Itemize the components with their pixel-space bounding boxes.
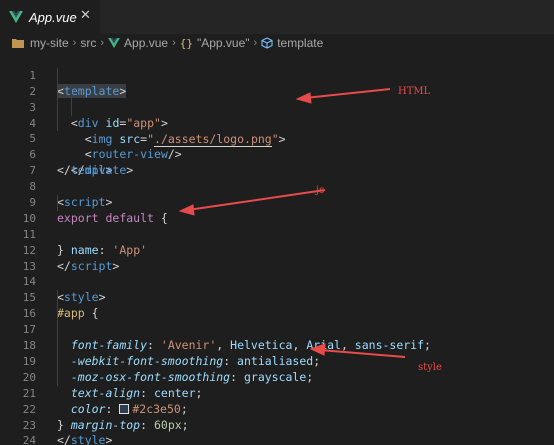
code-line-21: 21 margin-top: 60px; (0, 369, 554, 432)
code-line-13: 13 (0, 243, 554, 273)
annotation-label-html: HTML (398, 86, 431, 97)
breadcrumb-node[interactable]: template (277, 36, 323, 50)
tab-bar: App.vue ✕ (0, 0, 554, 34)
chevron-right-icon: › (172, 37, 176, 49)
code-line-17: 17 -webkit-font-smoothing: antialiased; (0, 306, 554, 368)
code-line-22: 22 } (0, 386, 554, 432)
vue-file-icon (108, 38, 120, 48)
code-line-7: 7 (0, 147, 554, 177)
breadcrumb-block[interactable]: "App.vue" (197, 36, 250, 50)
code-line-15: 15 #app { (0, 274, 554, 320)
breadcrumb: my-site › src › App.vue › {} "App.vue" ›… (0, 34, 554, 52)
annotation-label-js: js (316, 185, 325, 196)
breadcrumb-project[interactable]: my-site (30, 36, 69, 50)
code-line-14: 14 <style> (0, 259, 554, 304)
code-line-23: 23 </style> (0, 402, 554, 445)
code-line-11: 11 } (0, 211, 554, 257)
code-line-8: 8 <script> (0, 163, 554, 209)
code-line-2: 2 <div id="app"> (0, 67, 554, 130)
folder-icon (12, 39, 24, 48)
line-number: 24 (22, 434, 36, 445)
tab-app-vue[interactable]: App.vue ✕ (0, 0, 100, 34)
annotation-label-style: style (418, 362, 442, 373)
code-line-9: 9 export default { (0, 179, 554, 225)
code-line-16: 16 font-family: 'Avenir', Helvetica, Ari… (0, 290, 554, 352)
close-icon[interactable]: ✕ (80, 8, 91, 23)
code-line-12: 12 </script> (0, 227, 554, 273)
code-area[interactable]: 1 <template> 2 <div id="app"> 3 <img src… (0, 52, 554, 445)
code-line-1: 1 <template> (0, 52, 554, 98)
code-line-24: 24 (0, 417, 554, 445)
code-line-4: 4 <router-view/> (0, 99, 554, 161)
breadcrumb-file[interactable]: App.vue (124, 36, 168, 50)
code-line-5: 5 </div> (0, 115, 554, 177)
code-line-6: 6 </template> (0, 131, 554, 177)
tab-title: App.vue (29, 9, 77, 25)
code-line-20: 20 color: #2c3e50; (0, 353, 554, 416)
code-editor: App.vue ✕ my-site › src › App.vue › {} "… (0, 0, 554, 445)
code-line-10: 10 name: 'App' (0, 195, 554, 257)
braces-icon: {} (179, 36, 193, 50)
breadcrumb-folder[interactable]: src (80, 36, 96, 50)
chevron-right-icon: › (253, 37, 258, 49)
cube-icon (261, 37, 273, 49)
code-line-19: 19 text-align: center; (0, 338, 554, 400)
chevron-right-icon: › (72, 37, 77, 49)
code-line-3: 3 <img src="./assets/logo.png"> (0, 83, 554, 147)
code-line-18: 18 -moz-osx-font-smoothing: grayscale; (0, 322, 554, 384)
vue-logo-icon (9, 11, 23, 23)
chevron-right-icon: › (100, 37, 105, 49)
